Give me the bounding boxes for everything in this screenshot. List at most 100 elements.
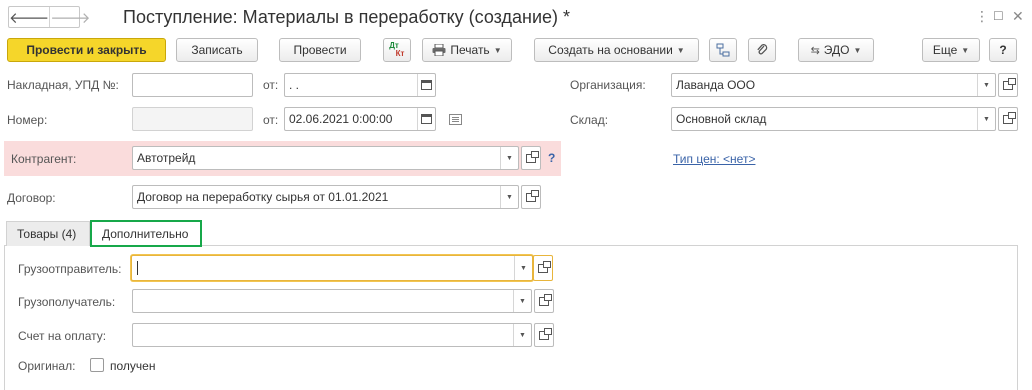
save-button[interactable]: Записать <box>176 38 258 62</box>
organization-open-button[interactable] <box>998 73 1018 97</box>
open-window-icon <box>526 189 539 202</box>
price-type-link[interactable]: Тип цен: <нет> <box>673 152 755 166</box>
tab-additional[interactable]: Дополнительно <box>90 220 202 247</box>
create-based-on-button[interactable]: Создать на основании ▼ <box>534 38 699 62</box>
post-button[interactable]: Провести <box>279 38 361 62</box>
contract-select[interactable]: Договор на переработку сырья от 01.01.20… <box>132 185 519 209</box>
hierarchy-icon <box>716 43 730 57</box>
chevron-down-icon: ▼ <box>520 264 527 272</box>
post-and-close-label: Провести и закрыть <box>26 43 147 57</box>
open-window-icon <box>1003 77 1016 90</box>
structure-button[interactable] <box>709 38 737 62</box>
post-and-close-button[interactable]: Провести и закрыть <box>7 38 166 62</box>
print-button[interactable]: Печать ▼ <box>422 38 512 62</box>
kt-icon: Кт <box>395 49 405 58</box>
consignee-dropdown-button[interactable]: ▼ <box>513 290 531 312</box>
contract-dropdown-button[interactable]: ▼ <box>500 186 518 208</box>
printer-icon <box>432 44 446 56</box>
invoice-number-input[interactable] <box>132 73 253 97</box>
warehouse-label: Склад: <box>570 113 609 127</box>
organization-select[interactable]: Лаванда ООО ▼ <box>671 73 996 97</box>
payment-invoice-open-button[interactable] <box>534 323 554 347</box>
calendar-button[interactable] <box>417 74 435 96</box>
contractor-help-icon[interactable]: ? <box>548 151 555 165</box>
contractor-open-button[interactable] <box>521 146 541 170</box>
create-based-on-label: Создать на основании <box>548 43 673 57</box>
document-date-input[interactable]: 02.06.2021 0:00:00 <box>284 107 436 131</box>
shipper-dropdown-button[interactable]: ▼ <box>514 256 532 280</box>
print-label: Печать <box>450 43 490 57</box>
consignee-select[interactable]: ▼ <box>132 289 532 313</box>
more-actions-icon[interactable]: ⋮ <box>975 8 989 25</box>
more-button[interactable]: Еще ▼ <box>922 38 980 62</box>
chevron-down-icon: ▼ <box>853 45 862 55</box>
contractor-dropdown-button[interactable]: ▼ <box>500 147 518 169</box>
contractor-select[interactable]: Автотрейд ▼ <box>132 146 519 170</box>
invoice-date-input[interactable]: . . <box>284 73 436 97</box>
shipper-select[interactable]: ▼ <box>131 255 533 281</box>
original-received-checkbox[interactable] <box>90 358 104 372</box>
maximize-icon[interactable]: ☐ <box>993 9 1004 23</box>
dt-kt-button[interactable]: Дт Кт <box>383 38 411 62</box>
tab-goods-label: Товары (4) <box>17 227 77 241</box>
consignee-label: Грузополучатель: <box>18 295 116 309</box>
forward-button[interactable]: 🡒 <box>49 7 90 27</box>
shipper-label: Грузоотправитель: <box>18 262 122 276</box>
calendar-icon <box>421 80 432 90</box>
arrow-left-icon: 🡐 <box>9 9 50 27</box>
original-label: Оригинал: <box>18 359 76 373</box>
paperclip-icon <box>757 44 768 55</box>
contract-label: Договор: <box>7 191 56 205</box>
document-date-value: 02.06.2021 0:00:00 <box>289 112 393 126</box>
back-button[interactable]: 🡐 <box>9 7 49 27</box>
contractor-label: Контрагент: <box>11 152 77 166</box>
payment-invoice-select[interactable]: ▼ <box>132 323 532 347</box>
chevron-down-icon: ▼ <box>519 331 526 339</box>
organization-value: Лаванда ООО <box>676 78 756 92</box>
original-received-label[interactable]: получен <box>110 359 155 373</box>
save-label: Записать <box>191 43 243 57</box>
text-cursor <box>137 261 138 275</box>
calendar-button[interactable] <box>417 108 435 130</box>
window-title: Поступление: Материалы в переработку (со… <box>123 7 571 27</box>
contractor-value: Автотрейд <box>137 151 196 165</box>
chevron-down-icon: ▼ <box>961 45 970 55</box>
title-bar: 🡐 🡒 Поступление: Материалы в переработку… <box>0 0 1032 34</box>
warehouse-dropdown-button[interactable]: ▼ <box>977 108 995 130</box>
chevron-down-icon: ▼ <box>506 154 513 162</box>
warehouse-select[interactable]: Основной склад ▼ <box>671 107 996 131</box>
comment-icon[interactable] <box>449 114 462 125</box>
open-window-icon <box>539 327 552 340</box>
invoice-date-value: . . <box>289 78 300 92</box>
organization-label: Организация: <box>570 78 646 92</box>
open-window-icon <box>526 150 539 163</box>
tab-goods[interactable]: Товары (4) <box>6 221 90 246</box>
payment-invoice-dropdown-button[interactable]: ▼ <box>513 324 531 346</box>
chevron-down-icon: ▼ <box>983 115 990 123</box>
help-label: ? <box>999 43 1007 57</box>
organization-dropdown-button[interactable]: ▼ <box>977 74 995 96</box>
chevron-down-icon: ▼ <box>983 81 990 89</box>
shipper-open-button[interactable] <box>533 255 553 281</box>
post-label: Провести <box>293 43 347 57</box>
open-window-icon <box>1003 111 1016 124</box>
more-label: Еще <box>932 43 958 57</box>
warehouse-open-button[interactable] <box>998 107 1018 131</box>
help-button[interactable]: ? <box>989 38 1017 62</box>
contract-open-button[interactable] <box>521 185 541 209</box>
number-input[interactable] <box>132 107 253 131</box>
navigation-buttons: 🡐 🡒 <box>8 6 90 28</box>
attachments-button[interactable] <box>748 38 776 62</box>
open-window-icon <box>539 293 552 306</box>
invoice-date-from-label: от: <box>263 78 279 92</box>
invoice-number-label: Накладная, УПД №: <box>7 78 119 92</box>
contract-value: Договор на переработку сырья от 01.01.20… <box>137 190 389 204</box>
chevron-down-icon: ▼ <box>519 297 526 305</box>
chevron-down-icon: ▼ <box>493 45 502 55</box>
number-label: Номер: <box>7 113 48 127</box>
consignee-open-button[interactable] <box>534 289 554 313</box>
edo-label: ЭДО <box>823 43 850 57</box>
close-icon[interactable]: ✕ <box>1012 8 1024 25</box>
edo-button[interactable]: ⇆ ЭДО ▼ <box>798 38 874 62</box>
tab-additional-label: Дополнительно <box>102 226 189 241</box>
